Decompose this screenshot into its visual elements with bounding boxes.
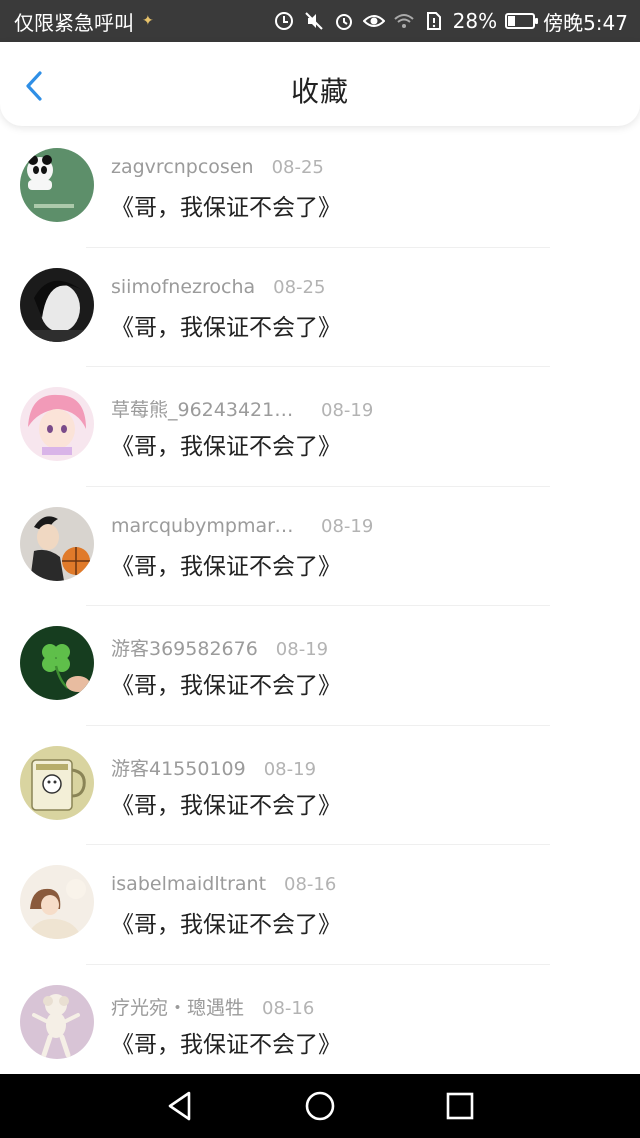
username: isabelmaidltrant (111, 873, 267, 895)
date: 08-19 (275, 639, 329, 660)
avatar (20, 148, 94, 222)
item-meta: 疗光宛・璁遇牲 08-16 (111, 993, 314, 1020)
item-title: 《哥，我保证不会了》 (111, 195, 341, 221)
list-item[interactable]: 游客369582676 08-19 《哥，我保证不会了》 (0, 606, 640, 726)
date: 08-25 (271, 157, 324, 178)
avatar (20, 984, 94, 1059)
date: 08-25 (273, 276, 326, 298)
list-item[interactable]: isabelmaidltrant 08-16 《哥，我保证不会了》 (0, 845, 640, 965)
status-bar: 仅限紧急呼叫 ✦ 28% 傍晚5:47 (0, 0, 640, 42)
avatar (20, 865, 94, 939)
date: 08-16 (262, 997, 315, 1019)
date: 08-19 (263, 758, 317, 780)
item-meta: zagvrcnpcosen 08-25 (111, 156, 324, 178)
carrier-text: 仅限紧急呼叫 (14, 10, 134, 35)
item-title: 《哥，我保证不会了》 (111, 792, 341, 819)
status-right: 28% 傍晚5:47 (273, 7, 628, 36)
item-title: 《哥，我保证不会了》 (111, 553, 341, 580)
nav-back-button[interactable] (160, 1086, 200, 1126)
mute-icon (303, 10, 325, 32)
list-item[interactable]: zagvrcnpcosen 08-25 《哥，我保证不会了》 (0, 128, 640, 248)
status-left: 仅限紧急呼叫 ✦ (14, 7, 154, 36)
battery-level (508, 16, 515, 26)
username: 疗光宛・璁遇牲 (111, 996, 245, 1019)
sparkle-icon: ✦ (142, 13, 154, 29)
item-meta: marcqubympmarcj... 08-19 (111, 515, 373, 537)
avatar (20, 626, 94, 700)
username: 游客41550109 (111, 757, 246, 780)
recents-square-icon (446, 1092, 474, 1120)
battery-percent: 28% (452, 9, 498, 33)
item-title: 《哥，我保证不会了》 (111, 673, 341, 699)
favorites-list: zagvrcnpcosen 08-25 《哥，我保证不会了》 siimofnez… (0, 128, 640, 1074)
clock: 傍晚5:47 (543, 10, 628, 35)
page-title: 收藏 (290, 75, 349, 108)
nav-recents-button[interactable] (440, 1086, 480, 1126)
item-title: 《哥，我保证不会了》 (111, 1031, 341, 1058)
list-item[interactable]: marcqubympmarcj... 08-19 《哥，我保证不会了》 (0, 487, 640, 606)
date: 08-19 (321, 400, 374, 421)
item-meta: 游客41550109 08-19 (111, 754, 316, 781)
avatar (20, 267, 94, 342)
username: siimofnezrocha (111, 275, 256, 298)
item-title: 《哥，我保证不会了》 (111, 314, 341, 341)
item-title: 《哥，我保证不会了》 (111, 912, 341, 938)
username: zagvrcnpcosen (111, 156, 254, 178)
list-item[interactable]: 疗光宛・璁遇牲 08-16 《哥，我保证不会了》 (0, 965, 640, 1075)
item-meta: 游客369582676 08-19 (111, 634, 328, 661)
avatar (20, 387, 94, 461)
list-item[interactable]: siimofnezrocha 08-25 《哥，我保证不会了》 (0, 248, 640, 367)
item-meta: isabelmaidltrant 08-16 (111, 873, 336, 895)
avatar (20, 506, 94, 581)
sim-alert-icon (423, 10, 445, 32)
back-triangle-icon (168, 1091, 191, 1121)
list-item[interactable]: 草莓熊_962434215... 08-19 《哥，我保证不会了》 (0, 367, 640, 487)
home-circle-icon (305, 1091, 335, 1121)
navigation-bar (0, 1074, 640, 1138)
avatar (20, 745, 94, 820)
item-meta: 草莓熊_962434215... 08-19 (111, 395, 373, 422)
eye-icon (362, 10, 385, 32)
battery-icon (505, 13, 539, 29)
data-saver-icon (273, 10, 295, 32)
username: marcqubympmarcj... (111, 514, 303, 537)
alarm-icon (333, 10, 355, 32)
item-meta: siimofnezrocha 08-25 (111, 276, 325, 298)
date: 08-19 (321, 515, 374, 537)
date: 08-16 (284, 874, 337, 895)
username: 草莓熊_962434215... (111, 399, 303, 421)
username: 游客369582676 (111, 638, 258, 660)
nav-home-button[interactable] (300, 1086, 340, 1126)
item-title: 《哥，我保证不会了》 (111, 434, 341, 460)
screen: 仅限紧急呼叫 ✦ 28% 傍晚5:47 收藏 zagvrcnpcosen 08-… (0, 0, 640, 1138)
header: 收藏 (0, 42, 640, 126)
wifi-icon (393, 10, 415, 32)
list-item[interactable]: 游客41550109 08-19 《哥，我保证不会了》 (0, 726, 640, 845)
